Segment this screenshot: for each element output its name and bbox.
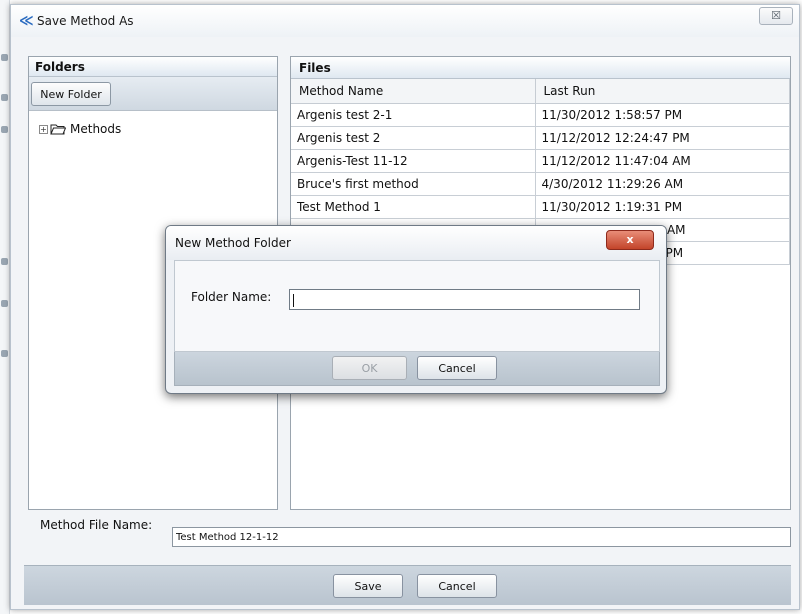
- ok-button[interactable]: OK: [332, 356, 407, 380]
- method-file-name-input[interactable]: [172, 527, 791, 547]
- table-row[interactable]: Argenis test 2 11/12/2012 12:24:47 PM: [291, 126, 790, 150]
- window-titlebar: ≪ Save Method As ☒: [11, 5, 799, 37]
- last-run-cell: 11/30/2012 1:19:31 PM: [535, 195, 790, 219]
- cancel-button[interactable]: Cancel: [417, 574, 497, 598]
- modal-cancel-button[interactable]: Cancel: [417, 356, 497, 380]
- table-row[interactable]: Bruce's first method 4/30/2012 11:29:26 A…: [291, 172, 790, 196]
- modal-title: New Method Folder: [175, 236, 291, 250]
- method-name-cell: Argenis test 2: [291, 126, 536, 150]
- files-header-row: Method Name Last Run: [291, 79, 790, 104]
- last-run-cell: 11/12/2012 12:24:47 PM: [535, 126, 790, 150]
- new-folder-button[interactable]: New Folder: [31, 82, 111, 106]
- table-row[interactable]: Argenis test 2-1 11/30/2012 1:58:57 PM: [291, 103, 790, 127]
- modal-titlebar: New Method Folder x: [166, 226, 666, 260]
- window-title: Save Method As: [37, 14, 134, 28]
- column-header-method-name[interactable]: Method Name: [291, 79, 536, 104]
- window-close-button[interactable]: ☒: [759, 7, 793, 25]
- tree-item-methods[interactable]: + Methods: [39, 121, 121, 137]
- background-app-edge: [0, 0, 10, 614]
- last-run-cell: 11/12/2012 11:47:04 AM: [535, 149, 790, 173]
- table-row[interactable]: Argenis-Test 11-12 11/12/2012 11:47:04 AM: [291, 149, 790, 173]
- last-run-cell: 11/30/2012 1:58:57 PM: [535, 103, 790, 127]
- column-header-last-run[interactable]: Last Run: [535, 79, 790, 104]
- folders-header: Folders: [29, 57, 277, 77]
- dialog-button-bar: Save Cancel: [24, 565, 791, 605]
- method-name-cell: Argenis-Test 11-12: [291, 149, 536, 173]
- method-name-cell: Test Method 1: [291, 195, 536, 219]
- method-name-cell: Bruce's first method: [291, 172, 536, 196]
- folders-toolbar: New Folder: [29, 77, 277, 111]
- modal-button-bar: OK Cancel: [174, 352, 660, 386]
- last-run-cell: 4/30/2012 11:29:26 AM: [535, 172, 790, 196]
- method-name-cell: Argenis test 2-1: [291, 103, 536, 127]
- text-caret: [293, 294, 294, 307]
- folder-name-input[interactable]: [289, 289, 640, 310]
- expand-icon[interactable]: +: [39, 124, 48, 134]
- table-row[interactable]: Test Method 1 11/30/2012 1:19:31 PM: [291, 195, 790, 219]
- modal-close-button[interactable]: x: [606, 230, 654, 250]
- folder-name-label: Folder Name:: [191, 290, 272, 304]
- modal-body: Folder Name:: [174, 260, 660, 352]
- app-logo-icon: ≪: [19, 13, 34, 29]
- folder-icon: [50, 124, 66, 135]
- files-header: Files: [291, 57, 790, 79]
- tree-item-label: Methods: [70, 122, 122, 136]
- method-file-name-label: Method File Name:: [40, 518, 153, 532]
- save-button[interactable]: Save: [333, 574, 403, 598]
- new-method-folder-dialog: New Method Folder x Folder Name: OK Canc…: [165, 225, 667, 394]
